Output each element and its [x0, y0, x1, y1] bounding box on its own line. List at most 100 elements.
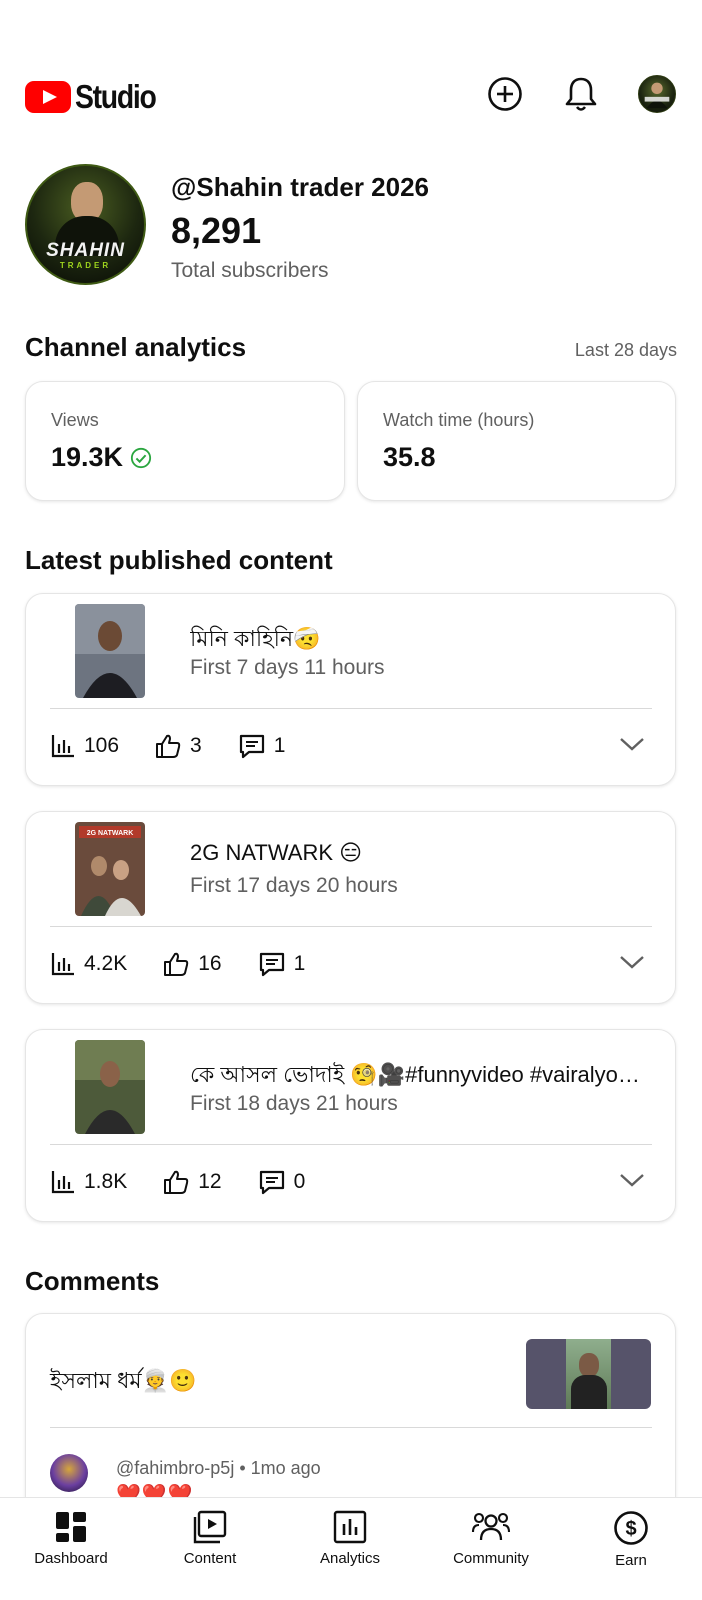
- thumbnail-body: [571, 1375, 607, 1409]
- avatar-brand-subtext: TRADER: [59, 261, 112, 270]
- dashboard-icon: [56, 1512, 86, 1542]
- notifications-icon: [565, 77, 597, 111]
- nav-label: Community: [453, 1550, 529, 1567]
- views-count: 4.2K: [84, 952, 128, 975]
- chevron-down-icon[interactable]: [619, 734, 645, 754]
- likes-stat: 3: [155, 733, 202, 759]
- thumbs-up-icon: [164, 1170, 189, 1194]
- community-icon: [471, 1512, 511, 1541]
- comments-count: 0: [293, 1170, 306, 1193]
- avatar-image: [644, 82, 670, 109]
- likes-count: 16: [198, 952, 222, 975]
- comments-count: 1: [293, 952, 306, 975]
- video-stats: 106 3 1: [50, 732, 321, 760]
- content-card[interactable]: মিনি কাহিনি🤕 First 7 days 11 hours 106 3…: [25, 593, 676, 786]
- chevron-down-icon[interactable]: [619, 952, 645, 972]
- views-count: 106: [84, 734, 120, 757]
- likes-count: 3: [190, 734, 202, 757]
- comments-stat: 1: [238, 733, 286, 759]
- video-title: মিনি কাহিনি🤕: [190, 626, 321, 651]
- divider: [50, 1427, 652, 1428]
- comments-title: Comments: [25, 1266, 160, 1296]
- channel-summary: SHAHIN TRADER @Shahin trader 2026 8,291 …: [25, 164, 675, 289]
- bar-chart-icon: [51, 735, 74, 758]
- nav-community[interactable]: Community: [431, 1510, 551, 1567]
- create-button[interactable]: [485, 74, 525, 114]
- channel-avatar[interactable]: SHAHIN TRADER: [25, 164, 146, 285]
- nav-label: Dashboard: [34, 1550, 108, 1567]
- nav-label: Earn: [615, 1552, 647, 1569]
- views-count: 1.8K: [84, 1170, 128, 1193]
- likes-stat: 16: [163, 951, 222, 977]
- video-thumbnail[interactable]: [75, 604, 145, 698]
- video-stats: 1.8K 12 0: [50, 1168, 341, 1196]
- thumbs-up-icon: [164, 952, 189, 976]
- comment-author-meta: @fahimbro-p5j • 1mo ago: [116, 1458, 321, 1478]
- content-icon: [193, 1510, 227, 1544]
- notifications-button[interactable]: [561, 74, 601, 114]
- comment-icon: [259, 1170, 284, 1195]
- thumbnail-face: [579, 1353, 599, 1377]
- views-value: 19.3K: [51, 442, 124, 472]
- youtube-studio-logo[interactable]: Studio: [25, 78, 169, 116]
- svg-text:2G NATWARK: 2G NATWARK: [87, 830, 134, 837]
- video-title: কে আসল ভোদাই 🧐🎥#funnyvideo #vairalyo…: [190, 1062, 640, 1087]
- views-stat: 106: [50, 733, 119, 759]
- views-metric-card[interactable]: Views 19.3K: [25, 381, 345, 501]
- subscriber-label: Total subscribers: [171, 259, 329, 282]
- likes-count: 12: [198, 1170, 222, 1193]
- comments-stat: 1: [258, 951, 306, 977]
- content-card[interactable]: 2G NATWARK 2G NATWARK 😑 First 17 days 20…: [25, 811, 676, 1004]
- chevron-down-icon[interactable]: [619, 1170, 645, 1190]
- create-icon: [488, 77, 522, 111]
- watch-time-value: 35.8: [383, 442, 436, 472]
- bar-chart-icon: [51, 953, 74, 976]
- check-circle-icon: [130, 447, 152, 468]
- comments-stat: 0: [258, 1169, 306, 1195]
- video-thumbnail[interactable]: 2G NATWARK: [75, 822, 145, 916]
- thumbnail-image: [75, 1040, 145, 1134]
- analytics-period: Last 28 days: [574, 340, 677, 360]
- subscriber-count: 8,291: [171, 210, 262, 251]
- nav-dashboard[interactable]: Dashboard: [11, 1510, 131, 1567]
- app-name: Studio: [75, 78, 157, 115]
- video-period: First 17 days 20 hours: [190, 874, 398, 897]
- video-stats: 4.2K 16 1: [50, 950, 341, 978]
- views-stat: 1.8K: [50, 1169, 127, 1195]
- metric-label: Watch time (hours): [383, 410, 535, 430]
- avatar-brand-text: SHAHIN: [46, 240, 125, 261]
- nav-analytics[interactable]: Analytics: [290, 1510, 410, 1567]
- earn-icon: $: [614, 1511, 648, 1545]
- video-thumbnail[interactable]: [75, 1040, 145, 1134]
- thumbs-up-icon: [156, 734, 181, 758]
- channel-handle: @Shahin trader 2026: [171, 172, 430, 202]
- bottom-navigation: Dashboard Content Analytics Community $ …: [0, 1497, 702, 1600]
- svg-text:$: $: [625, 1518, 636, 1540]
- youtube-play-icon: [25, 81, 71, 113]
- comment-video-thumbnail[interactable]: [526, 1339, 651, 1409]
- comment-icon: [259, 952, 284, 977]
- watch-time-metric-card[interactable]: Watch time (hours) 35.8: [357, 381, 676, 501]
- account-avatar[interactable]: [638, 75, 676, 113]
- likes-stat: 12: [163, 1169, 222, 1195]
- latest-content-title: Latest published content: [25, 545, 333, 575]
- channel-analytics-title: Channel analytics: [25, 332, 247, 362]
- divider: [50, 926, 652, 927]
- nav-content[interactable]: Content: [150, 1510, 270, 1567]
- metric-label: Views: [51, 410, 99, 430]
- video-period: First 7 days 11 hours: [190, 656, 385, 679]
- analytics-icon: [333, 1510, 367, 1544]
- nav-earn[interactable]: $ Earn: [571, 1510, 691, 1569]
- divider: [50, 1144, 652, 1145]
- nav-label: Content: [183, 1550, 237, 1567]
- views-stat: 4.2K: [50, 951, 127, 977]
- content-card[interactable]: কে আসল ভোদাই 🧐🎥#funnyvideo #vairalyo… Fi…: [25, 1029, 676, 1222]
- comment-text: ইসলাম ধর্ম👳🙂: [50, 1368, 197, 1393]
- nav-label: Analytics: [319, 1550, 381, 1567]
- comment-icon: [239, 734, 264, 759]
- thumbnail-image: 2G NATWARK: [75, 822, 145, 916]
- commenter-avatar[interactable]: [50, 1454, 88, 1492]
- comments-count: 1: [273, 734, 286, 757]
- thumbnail-image: [75, 604, 145, 698]
- metric-value: 19.3K: [51, 442, 152, 473]
